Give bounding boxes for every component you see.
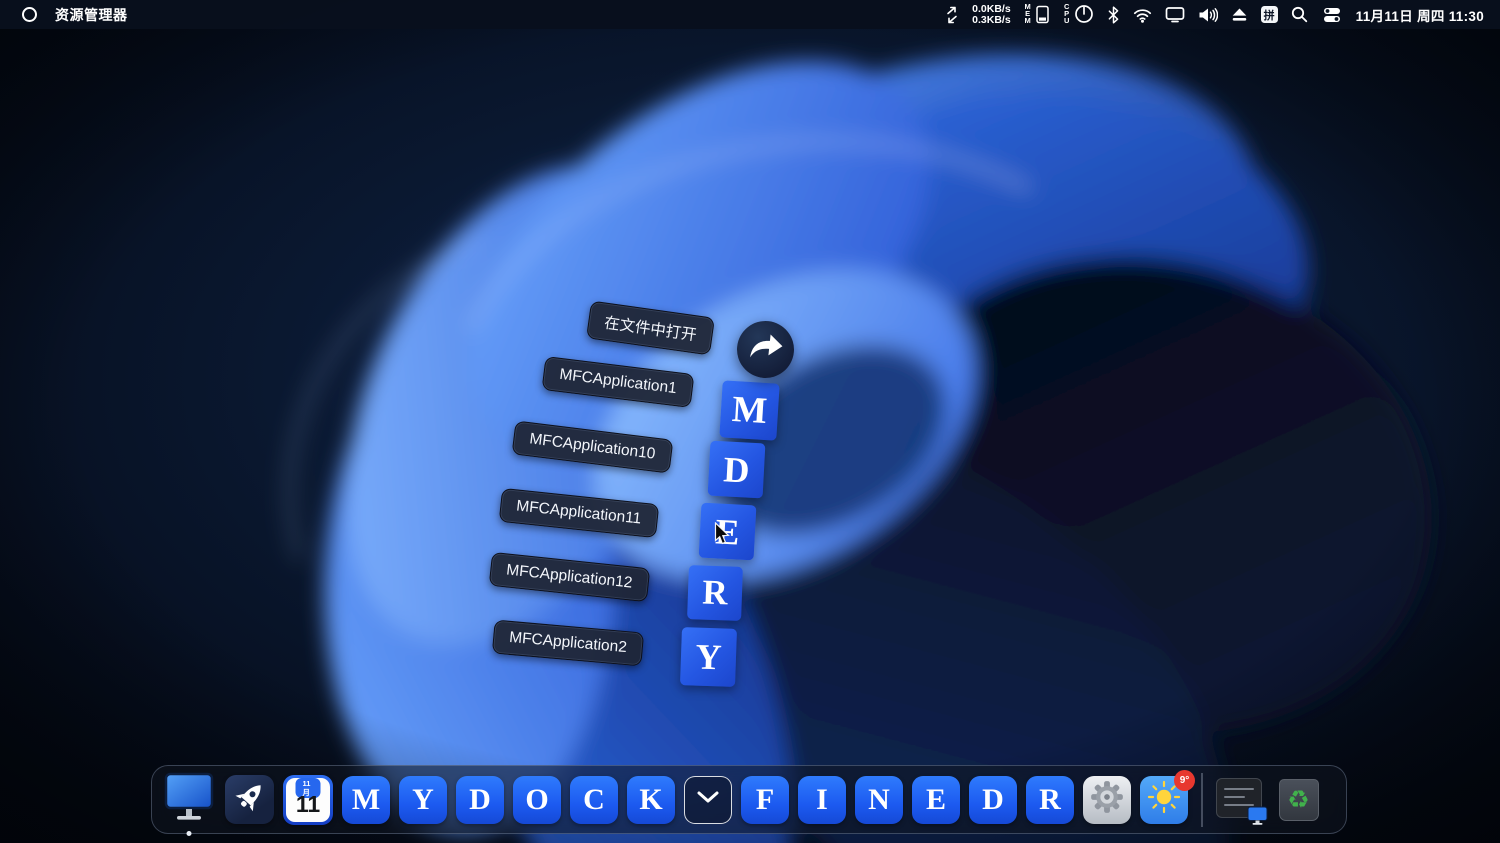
dock-item-letter-k[interactable]: K: [627, 775, 675, 824]
monitor-badge-icon: [1247, 805, 1268, 826]
dock-item-settings[interactable]: [1083, 775, 1131, 824]
stack-item-mfcapplication2[interactable]: Y: [680, 627, 737, 687]
cpu-label: CPU: [1063, 2, 1070, 25]
dock-item-letter-i[interactable]: I: [798, 775, 846, 824]
cpu-gauge-icon: [1074, 4, 1094, 24]
dock-item-weather[interactable]: 9°: [1140, 769, 1195, 824]
dock: 11月 11 M Y D O C K F I N E D R 9° ♻: [151, 765, 1347, 836]
stack-item-mfcapplication12[interactable]: R: [687, 565, 743, 621]
dock-item-letter-n[interactable]: N: [855, 775, 903, 824]
dock-item-letter-d[interactable]: D: [456, 775, 504, 824]
trash-bin-icon: ♻: [1278, 778, 1319, 821]
dock-item-letter-d2[interactable]: D: [969, 775, 1017, 824]
cpu-monitor[interactable]: CPU: [1063, 2, 1094, 25]
stack-item-mfcapplication1[interactable]: M: [719, 380, 780, 441]
wifi-icon[interactable]: [1133, 7, 1152, 23]
dock-item-stack-toggle[interactable]: [684, 775, 732, 824]
dock-separator: [1201, 772, 1203, 827]
dock-item-letter-m[interactable]: M: [342, 775, 390, 824]
display-icon[interactable]: [1165, 6, 1185, 23]
bluetooth-icon[interactable]: [1107, 5, 1120, 24]
mem-label: MEM: [1024, 2, 1031, 25]
clock-datetime[interactable]: 11月11日 周四 11:30: [1356, 5, 1484, 25]
dock-item-letter-e[interactable]: E: [912, 775, 960, 824]
input-method-icon[interactable]: 拼: [1260, 6, 1278, 23]
system-menu-icon[interactable]: [22, 7, 37, 22]
running-indicator-dot: [186, 831, 192, 836]
chevron-down-icon: [696, 790, 720, 809]
dock-item-letter-r[interactable]: R: [1026, 775, 1074, 824]
dock-item-calendar[interactable]: 11月 11: [283, 774, 333, 825]
dock-item-letter-f[interactable]: F: [741, 775, 789, 824]
dock-item-launchpad[interactable]: [225, 775, 274, 824]
weather-temp-badge: 9°: [1174, 769, 1195, 791]
dock-item-letter-y[interactable]: Y: [399, 775, 447, 824]
calendar-day: 11: [295, 790, 321, 817]
stack-item-mfcapplication10[interactable]: D: [707, 440, 766, 499]
dock-item-letter-o[interactable]: O: [513, 775, 561, 824]
recycle-icon: ♻: [1287, 785, 1310, 814]
dock-item-trash[interactable]: ♻: [1275, 776, 1323, 824]
gear-icon: [1087, 777, 1127, 822]
desktop: 资源管理器 0.0KB/s 0.3KB/s MEM CPU 拼 11月11日 周…: [0, 0, 1500, 843]
memory-monitor[interactable]: MEM: [1024, 2, 1050, 25]
forward-arrow-icon: [747, 330, 784, 368]
memory-icon: [1035, 5, 1050, 24]
dock-item-letter-c[interactable]: C: [570, 775, 618, 824]
network-arrows-icon[interactable]: [945, 6, 959, 24]
volume-icon[interactable]: [1198, 7, 1218, 23]
active-app-title[interactable]: 资源管理器: [55, 5, 128, 25]
download-speed: 0.3KB/s: [972, 13, 1011, 26]
network-speed-readout[interactable]: 0.0KB/s 0.3KB/s: [972, 2, 1011, 26]
menu-bar: 资源管理器 0.0KB/s 0.3KB/s MEM CPU 拼 11月11日 周…: [0, 0, 1500, 29]
rocket-icon: [230, 777, 270, 822]
mouse-cursor: [714, 521, 731, 551]
calendar-icon: 11月 11: [283, 774, 333, 825]
dock-item-minimized-window[interactable]: [1215, 777, 1267, 825]
control-center-icon[interactable]: [1321, 6, 1343, 24]
eject-icon[interactable]: [1231, 7, 1248, 23]
search-icon[interactable]: [1291, 6, 1308, 23]
dock-item-explorer[interactable]: [162, 771, 216, 836]
monitor-icon: [162, 771, 216, 828]
upload-speed: 0.0KB/s: [972, 2, 1011, 15]
